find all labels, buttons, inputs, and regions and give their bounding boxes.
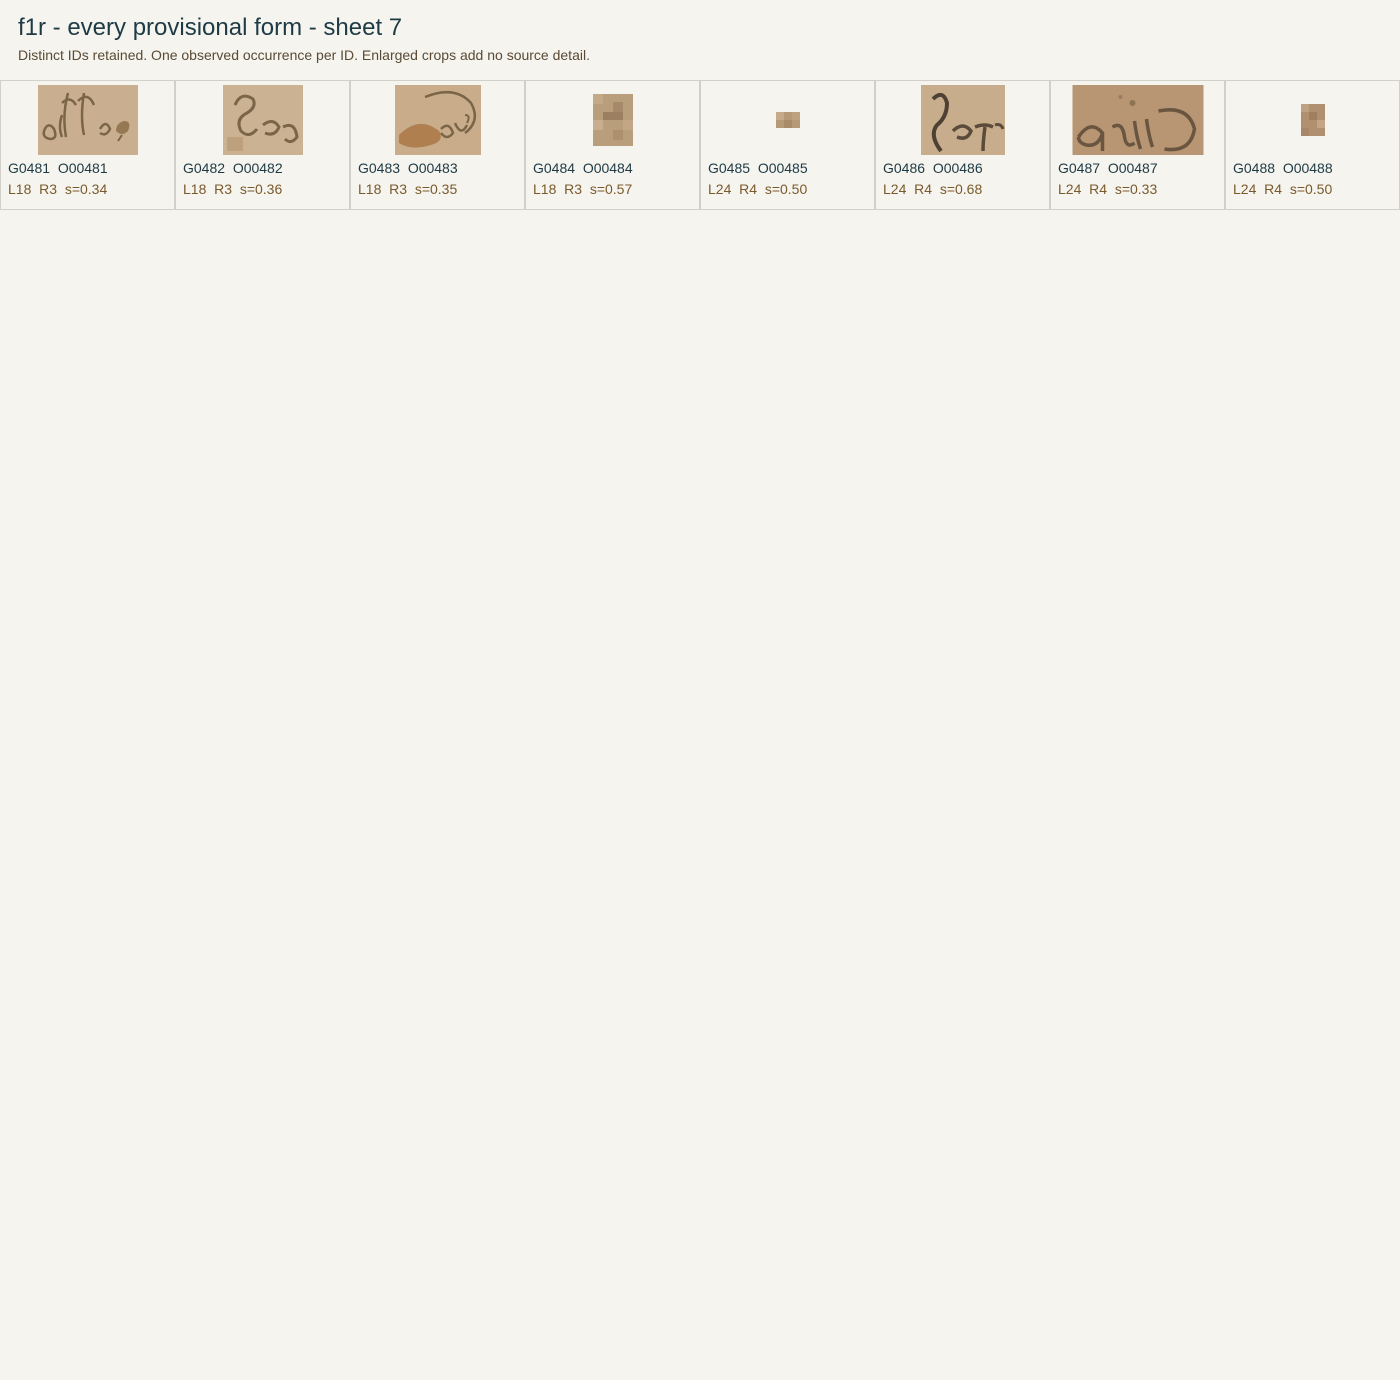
glyph-card[interactable]: G0486 O00486 L24 R4 s=0.68	[875, 80, 1050, 210]
glyph-card[interactable]: G0485 O00485 L24 R4 s=0.50	[700, 80, 875, 210]
glyph-ids: G0487 O00487	[1058, 160, 1158, 176]
glyph-ids: G0486 O00486	[883, 160, 983, 176]
glyph-meta: L18 R3 s=0.57	[533, 181, 633, 197]
glyph-crop-image	[394, 85, 481, 155]
glyph-ids: G0484 O00484	[533, 160, 633, 176]
glyph-meta: L18 R3 s=0.35	[358, 181, 458, 197]
glyph-crop-image	[37, 85, 138, 155]
glyph-meta: L18 R3 s=0.36	[183, 181, 283, 197]
glyph-ids: G0482 O00482	[183, 160, 283, 176]
glyph-crop-image	[1300, 104, 1325, 136]
glyph-card[interactable]: G0484 O00484 L18 R3 s=0.57	[525, 80, 700, 210]
page-subtitle: Distinct IDs retained. One observed occu…	[18, 47, 590, 63]
glyph-card[interactable]: G0483 O00483 L18 R3 s=0.35	[350, 80, 525, 210]
glyph-card[interactable]: G0487 O00487 L24 R4 s=0.33	[1050, 80, 1225, 210]
glyph-grid: G0481 O00481 L18 R3 s=0.34 G0482 O00482 …	[0, 80, 1400, 210]
page-header: f1r - every provisional form - sheet 7 D…	[18, 13, 590, 64]
page-title: f1r - every provisional form - sheet 7	[18, 14, 403, 41]
glyph-crop-image	[592, 94, 633, 146]
glyph-card[interactable]: G0482 O00482 L18 R3 s=0.36	[175, 80, 350, 210]
glyph-ids: G0488 O00488	[1233, 160, 1333, 176]
glyph-crop-image	[1072, 85, 1203, 155]
glyph-ids: G0481 O00481	[8, 160, 108, 176]
glyph-meta: L24 R4 s=0.68	[883, 181, 983, 197]
glyph-crop-image	[775, 112, 800, 128]
glyph-card[interactable]: G0481 O00481 L18 R3 s=0.34	[0, 80, 175, 210]
glyph-crop-image	[222, 85, 303, 155]
glyph-ids: G0485 O00485	[708, 160, 808, 176]
glyph-crop-image	[920, 85, 1005, 155]
glyph-meta: L24 R4 s=0.50	[708, 181, 808, 197]
glyph-ids: G0483 O00483	[358, 160, 458, 176]
glyph-meta: L24 R4 s=0.50	[1233, 181, 1333, 197]
glyph-meta: L18 R3 s=0.34	[8, 181, 108, 197]
glyph-card[interactable]: G0488 O00488 L24 R4 s=0.50	[1225, 80, 1400, 210]
glyph-meta: L24 R4 s=0.33	[1058, 181, 1158, 197]
